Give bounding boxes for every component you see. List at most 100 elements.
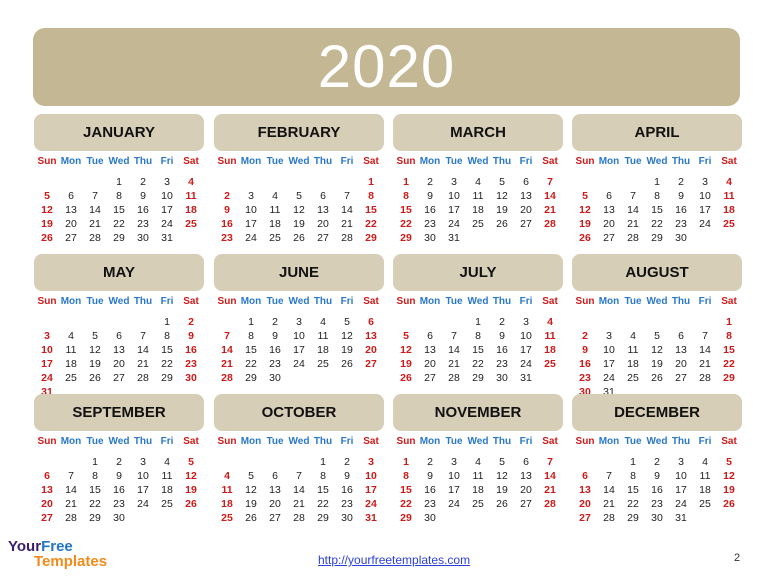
weekday-label: Fri [160, 156, 174, 167]
date-cell: 23 [269, 358, 281, 370]
date-cell: 7 [606, 470, 612, 482]
weekday-label: Wed [288, 156, 310, 167]
date-cell: 1 [368, 176, 374, 188]
date-cell: 22 [400, 218, 412, 230]
date-cell: 27 [317, 232, 329, 244]
weekday-label: Sun [396, 156, 416, 167]
weekday-label: Tue [445, 436, 463, 447]
date-cell: 16 [579, 358, 591, 370]
date-cell: 3 [678, 456, 684, 468]
page-number: 2 [734, 552, 741, 564]
weekday-label: Wed [108, 436, 130, 447]
date-cell: 27 [269, 512, 281, 524]
weekday-label: Wed [646, 436, 668, 447]
date-cell: 22 [89, 498, 101, 510]
date-cell: 24 [365, 498, 377, 510]
date-cell: 6 [523, 176, 529, 188]
weekday-label: Mon [598, 156, 620, 167]
date-cell: 16 [424, 204, 436, 216]
date-cell: 28 [137, 372, 149, 384]
date-cell: 16 [221, 218, 233, 230]
date-cell: 12 [41, 204, 53, 216]
date-cell: 9 [272, 330, 278, 342]
weekday-label: Wed [646, 156, 668, 167]
date-cell: 19 [41, 218, 53, 230]
date-cell: 13 [113, 344, 125, 356]
date-cell: 22 [651, 218, 663, 230]
date-cell: 18 [472, 484, 484, 496]
date-cell: 19 [89, 358, 101, 370]
date-cell: 12 [341, 330, 353, 342]
date-cell: 3 [606, 330, 612, 342]
empty-cell [215, 175, 239, 189]
date-cell: 7 [224, 330, 230, 342]
date-cell: 18 [627, 358, 639, 370]
date-cell: 12 [293, 204, 305, 216]
date-cell: 2 [188, 316, 194, 328]
date-cell: 24 [161, 218, 173, 230]
date-cell: 18 [723, 204, 735, 216]
date-cell: 23 [424, 218, 436, 230]
empty-cell [335, 175, 359, 189]
weekday-label: Thu [133, 156, 153, 167]
date-cell: 6 [678, 330, 684, 342]
date-cell: 6 [427, 330, 433, 342]
date-cell: 25 [699, 498, 711, 510]
year-banner: 2020 [33, 28, 740, 106]
date-cell: 23 [185, 358, 197, 370]
month-april: APRIL Sun Mon Tue Wed Thu Fri Sat 1 2 3 4 5 6 7 8 9 10 11 1… [572, 114, 742, 245]
date-cell: 26 [89, 372, 101, 384]
date-cell: 8 [164, 330, 170, 342]
empty-cell [35, 455, 59, 469]
weekday-label: Mon [598, 436, 620, 447]
date-cell: 23 [341, 498, 353, 510]
date-cell: 28 [544, 498, 556, 510]
date-cell: 19 [400, 358, 412, 370]
weekday-label: Sat [183, 156, 199, 167]
date-cell: 16 [269, 344, 281, 356]
date-cell: 4 [702, 456, 708, 468]
date-cell: 8 [368, 190, 374, 202]
date-cell: 25 [472, 218, 484, 230]
weekday-label: Mon [240, 436, 262, 447]
date-cell: 9 [427, 470, 433, 482]
date-cell: 15 [400, 484, 412, 496]
date-cell: 22 [113, 218, 125, 230]
date-cell: 29 [651, 232, 663, 244]
date-cell: 10 [448, 190, 460, 202]
date-cell: 16 [496, 344, 508, 356]
date-cell: 15 [113, 204, 125, 216]
date-cell: 24 [293, 358, 305, 370]
month-header: FEBRUARY [214, 114, 384, 151]
date-cell: 13 [675, 344, 687, 356]
date-cell: 31 [520, 372, 532, 384]
date-cell: 12 [185, 470, 197, 482]
date-cell: 17 [41, 358, 53, 370]
date-cell: 14 [603, 484, 615, 496]
date-cell: 11 [161, 470, 173, 482]
date-cell: 17 [365, 484, 377, 496]
weekday-label: Sun [37, 296, 57, 307]
weekday-label: Sat [721, 436, 737, 447]
date-cell: 11 [472, 470, 484, 482]
date-cell: 2 [427, 456, 433, 468]
website-link[interactable]: http://yourfreetemplates.com [318, 553, 470, 567]
date-cell: 15 [472, 344, 484, 356]
date-cell: 26 [723, 498, 735, 510]
date-cell: 26 [245, 512, 257, 524]
date-cell: 11 [221, 484, 233, 496]
date-cell: 10 [365, 470, 377, 482]
empty-cell [621, 315, 645, 329]
date-cell: 13 [520, 190, 532, 202]
date-cell: 17 [448, 484, 460, 496]
date-cell: 15 [723, 344, 735, 356]
date-cell: 29 [365, 232, 377, 244]
date-cell: 18 [221, 498, 233, 510]
date-cell: 26 [496, 218, 508, 230]
date-cell: 17 [603, 358, 615, 370]
date-cell: 15 [651, 204, 663, 216]
date-cell: 21 [137, 358, 149, 370]
date-cell: 13 [41, 484, 53, 496]
date-cell: 24 [448, 498, 460, 510]
date-cell: 12 [579, 204, 591, 216]
